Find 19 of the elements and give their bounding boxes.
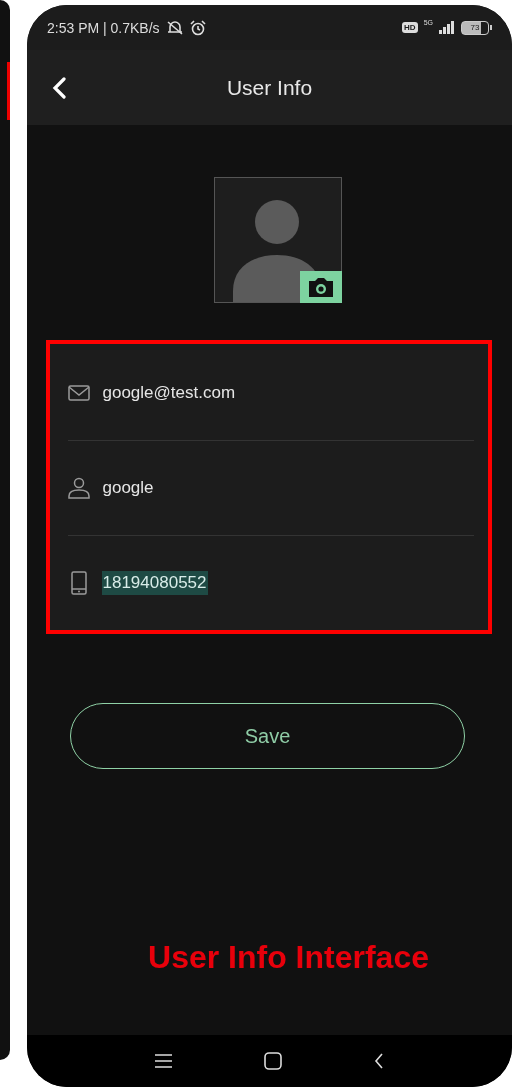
back-icon[interactable] <box>374 1053 384 1069</box>
email-value[interactable]: google@test.com <box>101 381 237 405</box>
camera-icon[interactable] <box>299 271 342 303</box>
signal-icon <box>439 21 455 34</box>
avatar-placeholder[interactable] <box>213 177 342 303</box>
user-value[interactable]: google <box>101 476 155 500</box>
mail-icon <box>67 385 90 401</box>
menu-icon[interactable] <box>155 1054 172 1068</box>
hd-badge: HD <box>402 22 418 33</box>
screen-title: User Info <box>226 75 313 100</box>
status-time: 2:53 PM | 0.7KB/s <box>47 19 160 36</box>
phone-value[interactable]: 18194080552 <box>101 571 208 595</box>
user-icon <box>67 477 90 499</box>
alarm-clock-icon <box>189 19 206 36</box>
phone-icon <box>70 571 87 595</box>
muted-bell-icon <box>165 19 184 36</box>
battery-indicator: 73 <box>461 20 489 35</box>
caption: User Info Interface <box>148 939 429 976</box>
home-icon[interactable] <box>264 1052 282 1070</box>
